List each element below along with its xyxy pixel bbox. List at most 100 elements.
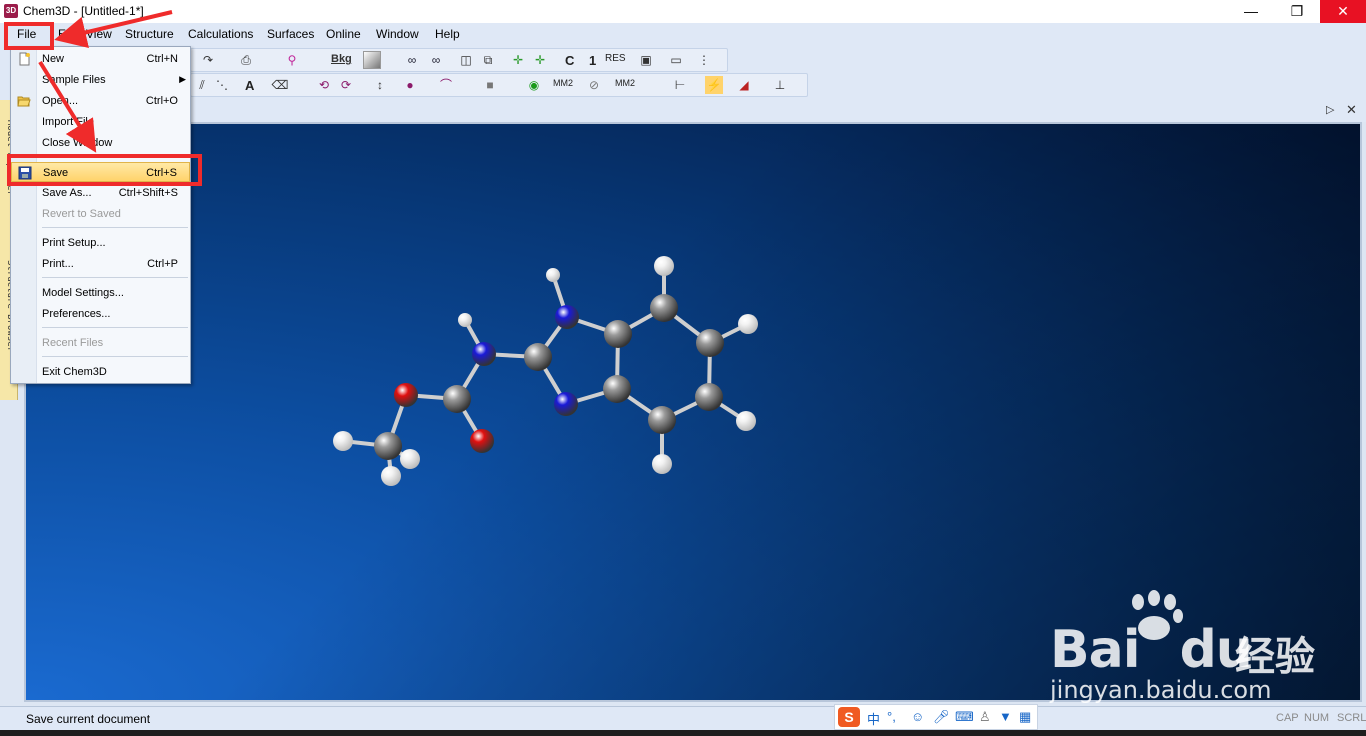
text-tool-button[interactable]: A [245,78,254,93]
rotate-y-icon[interactable]: ⟳ [337,76,355,94]
atom-C7[interactable] [524,343,552,371]
chevron-right-icon[interactable]: ▷ [1326,103,1334,116]
menu-online[interactable]: Online [326,27,361,41]
sogou-logo-icon[interactable]: S [838,707,860,727]
atom-C8[interactable] [443,385,471,413]
menu-item-open[interactable]: Open... Ctrl+O [11,91,190,111]
skin-icon[interactable]: ▼ [999,709,1012,724]
close-document-icon[interactable]: ✕ [1346,102,1357,118]
atom-C5[interactable] [648,406,676,434]
atom-C2[interactable] [650,294,678,322]
atom-N3[interactable] [472,342,496,366]
close-window-button[interactable]: ✕ [1320,0,1366,23]
menu-calculations[interactable]: Calculations [188,27,253,41]
menu-item-model-settings[interactable]: Model Settings... [11,283,190,303]
atom-O2[interactable] [394,383,418,407]
atom-C6[interactable] [603,375,631,403]
select-bond-icon[interactable]: ⌒ [437,76,455,94]
move-y-icon[interactable]: ✛ [531,51,549,69]
menu-item-sample-files[interactable]: Sample Files ▶ [11,70,190,90]
atom-N1[interactable] [555,305,579,329]
view-glasses-icon[interactable]: ∞ [403,51,421,69]
emoji-icon[interactable]: ☺ [911,709,924,724]
atom-O1[interactable] [470,429,494,453]
green-atom-icon[interactable]: ◉ [525,76,543,94]
menu-edit[interactable]: Edit [58,27,79,41]
cube-icon[interactable]: ◫ [457,51,475,69]
display-icon[interactable]: ▣ [637,51,655,69]
mm2-dynamics-button[interactable]: MM2 [615,78,635,88]
menu-item-print-setup[interactable]: Print Setup... [11,233,190,253]
move-x-icon[interactable]: ✛ [509,51,527,69]
energy-icon[interactable]: ⚡ [705,76,723,94]
menu-surfaces[interactable]: Surfaces [267,27,314,41]
menu-item-preferences[interactable]: Preferences... [11,304,190,324]
chem3d-app-icon: 3D [4,4,18,18]
more-options-icon[interactable]: ⋮ [695,51,713,69]
dynamics-icon[interactable]: ⊢ [671,76,689,94]
atom-H2[interactable] [654,256,674,276]
monitor-icon[interactable]: ▭ [667,51,685,69]
microphone-icon[interactable]: 🎤︎ [933,709,950,725]
watermark-url: jingyan.baidu.com [1050,676,1272,704]
double-bond-icon[interactable]: ⫽ [193,76,211,94]
atom-H1[interactable] [546,268,560,282]
file-menu-dropdown: New Ctrl+N Sample Files ▶ Open... Ctrl+O… [10,46,191,384]
atom-H6[interactable] [458,313,472,327]
menu-item-exit[interactable]: Exit Chem3D [11,362,190,382]
baseline-icon[interactable]: ⊥ [771,76,789,94]
atom-H4[interactable] [736,411,756,431]
keyboard-icon[interactable]: ⌨ [955,709,974,725]
atom-C4[interactable] [695,383,723,411]
translate-icon[interactable]: ↕ [371,76,389,94]
bond-tool-icon[interactable]: ⚲ [283,51,301,69]
mm2-minimize-button[interactable]: MM2 [553,78,573,88]
atom-C9[interactable] [374,432,402,460]
maximize-button[interactable]: ❐ [1274,0,1320,23]
menu-item-close-window[interactable]: Close Window [11,133,190,153]
eraser-icon[interactable]: ⌫ [271,76,289,94]
menu-structure[interactable]: Structure [125,27,174,41]
rotate-x-icon[interactable]: ⟲ [315,76,333,94]
window-title: Chem3D - [Untitled-1*] [23,4,144,18]
menu-item-print[interactable]: Print... Ctrl+P [11,254,190,274]
atom-H9[interactable] [381,466,401,486]
stop-icon[interactable]: ■ [481,76,499,94]
dashed-bond-icon[interactable]: ⋱ [213,76,231,94]
ime-punct-toggle[interactable]: °, [887,709,896,724]
redo-icon[interactable]: ↷ [199,51,217,69]
menu-item-new[interactable]: New Ctrl+N [11,49,190,69]
carbon-label-button[interactable]: C [565,53,574,68]
gradient-icon[interactable] [363,51,381,69]
status-message: Save current document [26,712,151,726]
atom-C3[interactable] [696,329,724,357]
atom-H3[interactable] [738,314,758,334]
ime-mode-toggle[interactable]: 中 [867,709,880,728]
clear-icon[interactable]: ⊘ [585,76,603,94]
ime-toolbar[interactable]: S 中 °, ☺ 🎤︎ ⌨ ♙ ▼ ▦ [834,704,1038,730]
menu-view[interactable]: View [86,27,112,41]
stereo-glasses-icon[interactable]: ∞ [427,51,445,69]
serial-number-button[interactable]: 1 [589,53,596,68]
menu-window[interactable]: Window [376,27,419,41]
menu-item-save-as[interactable]: Save As... Ctrl+Shift+S [11,183,190,203]
atom-N2[interactable] [554,392,578,416]
watermark-chinese: 经验 [1235,635,1315,679]
atom-H8[interactable] [400,449,420,469]
ramp-icon[interactable]: ◢ [735,76,753,94]
menu-help[interactable]: Help [435,27,460,41]
menu-item-import-file[interactable]: Import File [11,112,190,132]
new-document-icon [19,52,30,66]
print-icon[interactable]: ⎙ [237,51,255,69]
residue-button[interactable]: RES [605,53,626,64]
toolbox-icon[interactable]: ▦ [1019,709,1031,725]
user-icon[interactable]: ♙ [979,709,991,725]
background-color-button[interactable]: Bkg [331,53,352,65]
minimize-button[interactable]: — [1228,0,1274,23]
select-atom-icon[interactable]: ● [401,76,419,94]
cubes-icon[interactable]: ⧉ [479,51,497,69]
menu-separator [42,277,188,278]
atom-H5[interactable] [652,454,672,474]
atom-C1[interactable] [604,320,632,348]
atom-H7[interactable] [333,431,353,451]
